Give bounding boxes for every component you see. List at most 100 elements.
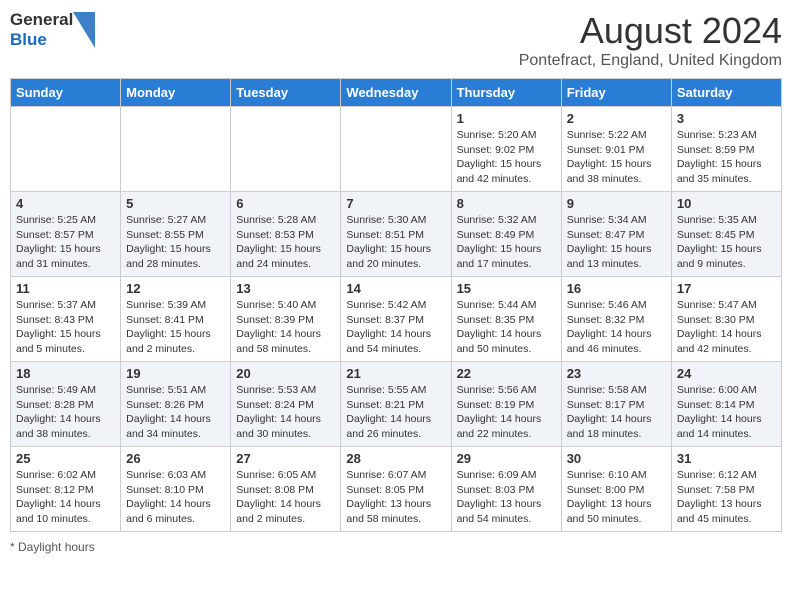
day-number: 16	[567, 281, 666, 296]
calendar-week-row: 25Sunrise: 6:02 AM Sunset: 8:12 PM Dayli…	[11, 447, 782, 532]
day-number: 23	[567, 366, 666, 381]
calendar-table: SundayMondayTuesdayWednesdayThursdayFrid…	[10, 78, 782, 532]
calendar-cell: 30Sunrise: 6:10 AM Sunset: 8:00 PM Dayli…	[561, 447, 671, 532]
day-info: Sunrise: 6:05 AM Sunset: 8:08 PM Dayligh…	[236, 468, 335, 527]
day-info: Sunrise: 5:27 AM Sunset: 8:55 PM Dayligh…	[126, 213, 225, 272]
calendar-cell: 22 Sunrise: 5:56 AM Sunset: 8:19 PM Dayli…	[451, 362, 561, 447]
day-number: 31	[677, 451, 776, 466]
day-number: 3	[677, 111, 776, 126]
day-number: 26	[126, 451, 225, 466]
calendar-cell: 13Sunrise: 5:40 AM Sunset: 8:39 PM Dayli…	[231, 277, 341, 362]
day-info: Sunrise: 5:56 AM Sunset: 8:19 PM Dayligh…	[457, 383, 556, 442]
logo-blue-text: Blue	[10, 30, 73, 50]
day-number: 29	[457, 451, 556, 466]
day-info: Sunrise: 6:12 AM Sunset: 7:58 PM Dayligh…	[677, 468, 776, 527]
day-info: Sunrise: 5:22 AM Sunset: 9:01 PM Dayligh…	[567, 128, 666, 187]
calendar-cell: 24 Sunrise: 6:00 AM Sunset: 8:14 PM Dayli…	[671, 362, 781, 447]
day-number: 7	[346, 196, 445, 211]
calendar-cell: 7 Sunrise: 5:30 AM Sunset: 8:51 PM Daylig…	[341, 192, 451, 277]
day-of-week-header: Thursday	[451, 79, 561, 107]
day-info: Sunrise: 6:09 AM Sunset: 8:03 PM Dayligh…	[457, 468, 556, 527]
calendar-cell: 19Sunrise: 5:51 AM Sunset: 8:26 PM Dayli…	[121, 362, 231, 447]
logo-general-text: General	[10, 10, 73, 30]
calendar-cell: 5 Sunrise: 5:27 AM Sunset: 8:55 PM Daylig…	[121, 192, 231, 277]
calendar-cell: 25Sunrise: 6:02 AM Sunset: 8:12 PM Dayli…	[11, 447, 121, 532]
day-info: Sunrise: 6:00 AM Sunset: 8:14 PM Dayligh…	[677, 383, 776, 442]
day-number: 14	[346, 281, 445, 296]
footer-note: * Daylight hours	[10, 540, 782, 554]
day-of-week-header: Friday	[561, 79, 671, 107]
day-info: Sunrise: 5:46 AM Sunset: 8:32 PM Dayligh…	[567, 298, 666, 357]
day-info: Sunrise: 5:34 AM Sunset: 8:47 PM Dayligh…	[567, 213, 666, 272]
calendar-cell: 31 Sunrise: 6:12 AM Sunset: 7:58 PM Dayli…	[671, 447, 781, 532]
calendar-cell: 2 Sunrise: 5:22 AM Sunset: 9:01 PM Daylig…	[561, 107, 671, 192]
day-info: Sunrise: 5:35 AM Sunset: 8:45 PM Dayligh…	[677, 213, 776, 272]
day-info: Sunrise: 5:51 AM Sunset: 8:26 PM Dayligh…	[126, 383, 225, 442]
day-info: Sunrise: 5:32 AM Sunset: 8:49 PM Dayligh…	[457, 213, 556, 272]
day-number: 25	[16, 451, 115, 466]
calendar-cell: 23 Sunrise: 5:58 AM Sunset: 8:17 PM Dayli…	[561, 362, 671, 447]
logo-chevron-icon	[73, 12, 95, 48]
calendar-cell	[121, 107, 231, 192]
day-number: 28	[346, 451, 445, 466]
calendar-cell: 16 Sunrise: 5:46 AM Sunset: 8:32 PM Dayli…	[561, 277, 671, 362]
day-number: 12	[126, 281, 225, 296]
day-number: 17	[677, 281, 776, 296]
calendar-cell: 26Sunrise: 6:03 AM Sunset: 8:10 PM Dayli…	[121, 447, 231, 532]
calendar-cell: 27 Sunrise: 6:05 AM Sunset: 8:08 PM Dayli…	[231, 447, 341, 532]
day-info: Sunrise: 5:37 AM Sunset: 8:43 PM Dayligh…	[16, 298, 115, 357]
day-info: Sunrise: 5:20 AM Sunset: 9:02 PM Dayligh…	[457, 128, 556, 187]
day-info: Sunrise: 5:44 AM Sunset: 8:35 PM Dayligh…	[457, 298, 556, 357]
day-info: Sunrise: 5:30 AM Sunset: 8:51 PM Dayligh…	[346, 213, 445, 272]
day-number: 22	[457, 366, 556, 381]
location-subtitle: Pontefract, England, United Kingdom	[519, 52, 782, 70]
day-of-week-header: Saturday	[671, 79, 781, 107]
day-info: Sunrise: 6:10 AM Sunset: 8:00 PM Dayligh…	[567, 468, 666, 527]
calendar-cell	[231, 107, 341, 192]
day-number: 2	[567, 111, 666, 126]
day-number: 21	[346, 366, 445, 381]
calendar-cell: 21 Sunrise: 5:55 AM Sunset: 8:21 PM Dayli…	[341, 362, 451, 447]
title-block: August 2024 Pontefract, England, United …	[519, 10, 782, 70]
day-number: 6	[236, 196, 335, 211]
day-number: 15	[457, 281, 556, 296]
day-info: Sunrise: 5:23 AM Sunset: 8:59 PM Dayligh…	[677, 128, 776, 187]
calendar-cell: 18 Sunrise: 5:49 AM Sunset: 8:28 PM Dayli…	[11, 362, 121, 447]
day-info: Sunrise: 5:39 AM Sunset: 8:41 PM Dayligh…	[126, 298, 225, 357]
calendar-cell	[341, 107, 451, 192]
day-info: Sunrise: 5:25 AM Sunset: 8:57 PM Dayligh…	[16, 213, 115, 272]
day-info: Sunrise: 5:55 AM Sunset: 8:21 PM Dayligh…	[346, 383, 445, 442]
calendar-week-row: 11Sunrise: 5:37 AM Sunset: 8:43 PM Dayli…	[11, 277, 782, 362]
calendar-week-row: 1 Sunrise: 5:20 AM Sunset: 9:02 PM Daylig…	[11, 107, 782, 192]
calendar-cell: 28 Sunrise: 6:07 AM Sunset: 8:05 PM Dayli…	[341, 447, 451, 532]
day-number: 10	[677, 196, 776, 211]
calendar-cell: 6 Sunrise: 5:28 AM Sunset: 8:53 PM Daylig…	[231, 192, 341, 277]
day-number: 27	[236, 451, 335, 466]
calendar-cell: 10 Sunrise: 5:35 AM Sunset: 8:45 PM Dayli…	[671, 192, 781, 277]
calendar-cell: 17Sunrise: 5:47 AM Sunset: 8:30 PM Dayli…	[671, 277, 781, 362]
day-info: Sunrise: 5:49 AM Sunset: 8:28 PM Dayligh…	[16, 383, 115, 442]
day-info: Sunrise: 5:28 AM Sunset: 8:53 PM Dayligh…	[236, 213, 335, 272]
month-year-title: August 2024	[519, 10, 782, 52]
day-info: Sunrise: 6:07 AM Sunset: 8:05 PM Dayligh…	[346, 468, 445, 527]
logo: General Blue	[10, 10, 95, 49]
day-number: 4	[16, 196, 115, 211]
day-number: 18	[16, 366, 115, 381]
calendar-week-row: 18 Sunrise: 5:49 AM Sunset: 8:28 PM Dayli…	[11, 362, 782, 447]
calendar-cell: 8 Sunrise: 5:32 AM Sunset: 8:49 PM Daylig…	[451, 192, 561, 277]
day-of-week-header: Monday	[121, 79, 231, 107]
day-number: 1	[457, 111, 556, 126]
day-number: 24	[677, 366, 776, 381]
calendar-cell: 20Sunrise: 5:53 AM Sunset: 8:24 PM Dayli…	[231, 362, 341, 447]
calendar-cell: 15 Sunrise: 5:44 AM Sunset: 8:35 PM Dayli…	[451, 277, 561, 362]
day-number: 5	[126, 196, 225, 211]
day-number: 9	[567, 196, 666, 211]
day-info: Sunrise: 5:58 AM Sunset: 8:17 PM Dayligh…	[567, 383, 666, 442]
calendar-cell: 11Sunrise: 5:37 AM Sunset: 8:43 PM Dayli…	[11, 277, 121, 362]
day-of-week-header: Tuesday	[231, 79, 341, 107]
calendar-cell: 4 Sunrise: 5:25 AM Sunset: 8:57 PM Daylig…	[11, 192, 121, 277]
day-number: 8	[457, 196, 556, 211]
calendar-cell: 9 Sunrise: 5:34 AM Sunset: 8:47 PM Daylig…	[561, 192, 671, 277]
calendar-week-row: 4 Sunrise: 5:25 AM Sunset: 8:57 PM Daylig…	[11, 192, 782, 277]
calendar-cell: 14Sunrise: 5:42 AM Sunset: 8:37 PM Dayli…	[341, 277, 451, 362]
